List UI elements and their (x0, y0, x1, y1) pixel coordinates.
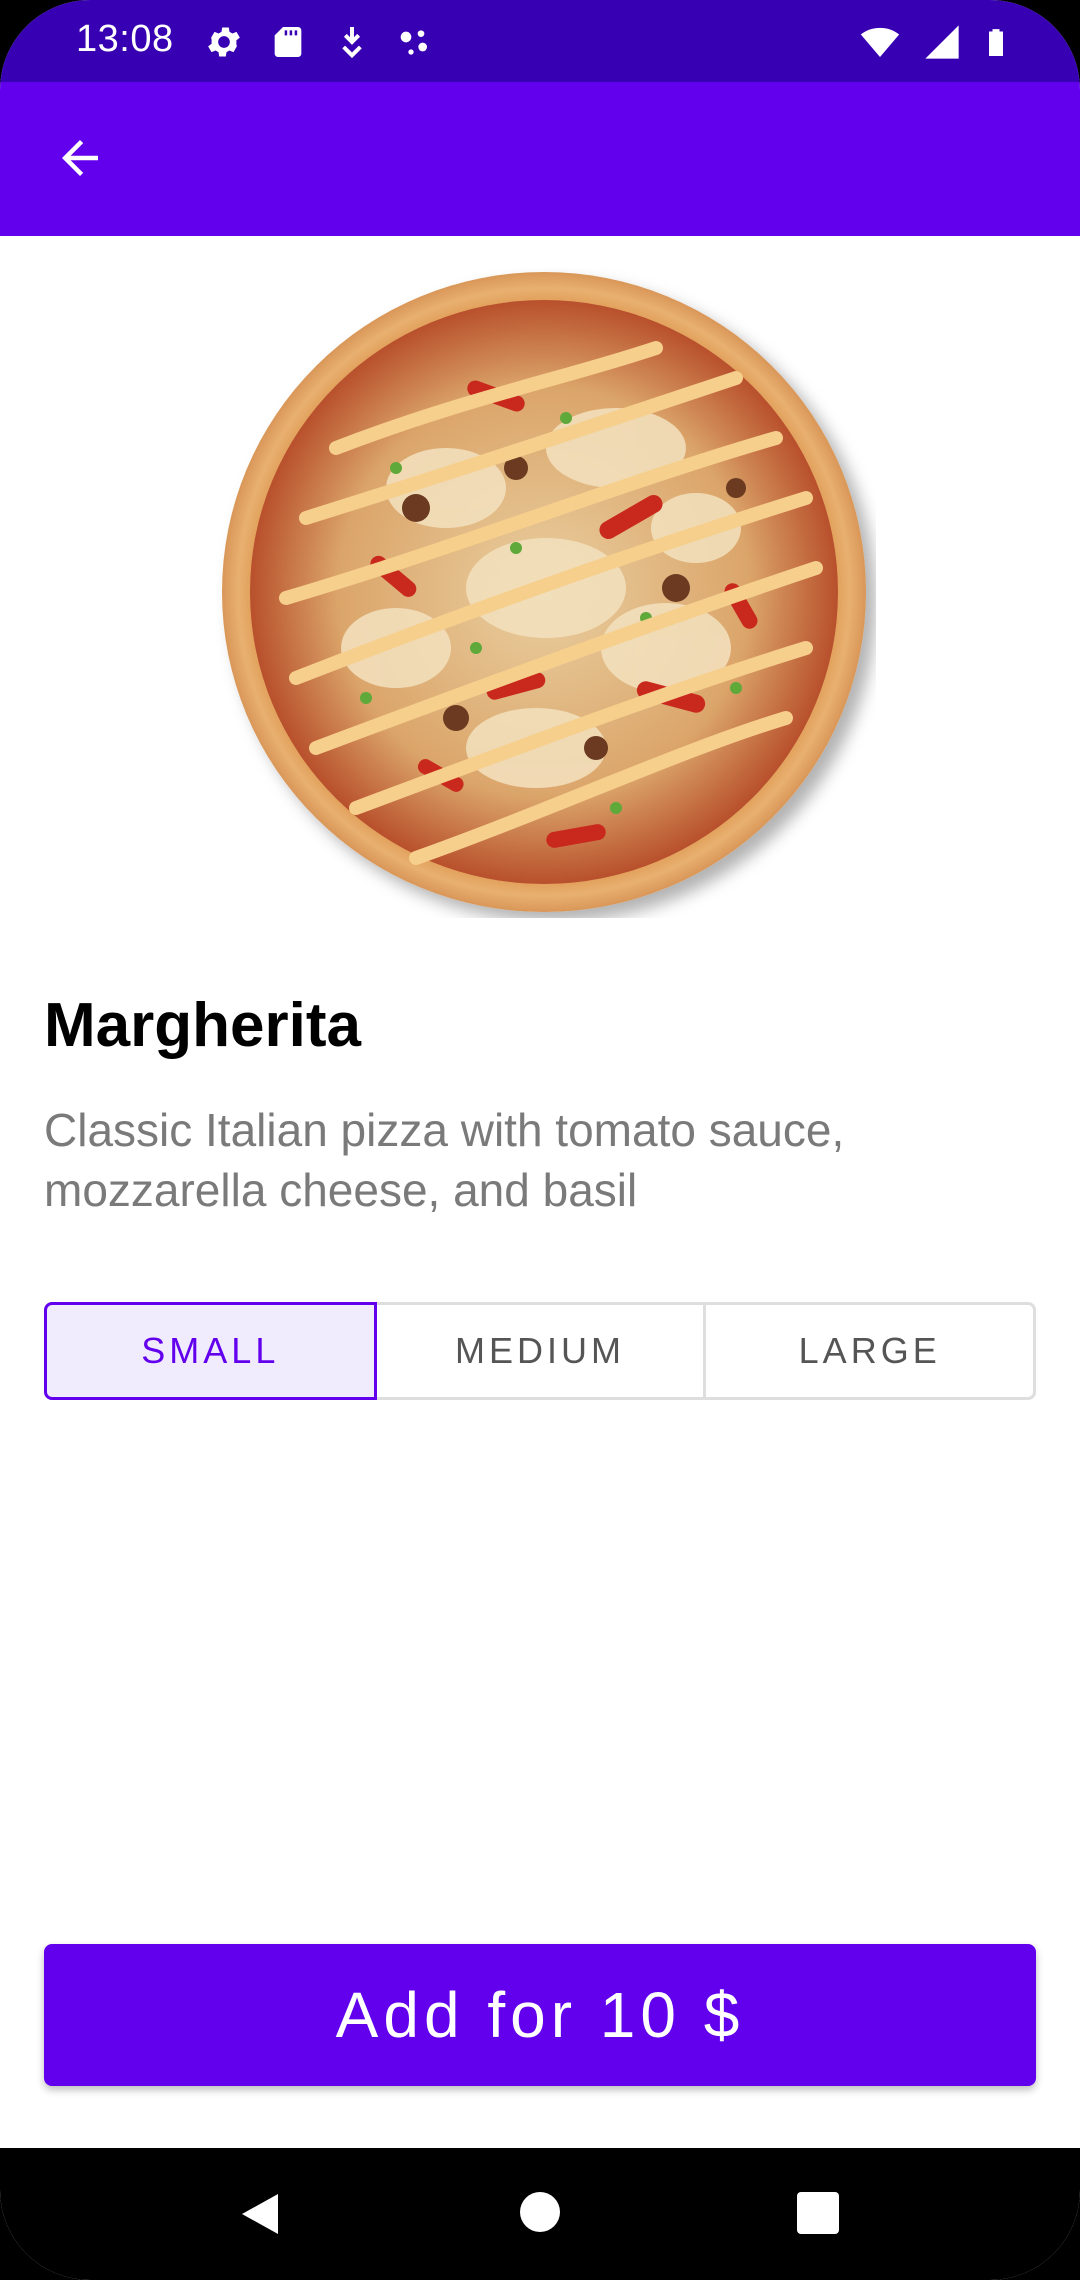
size-option-large[interactable]: LARGE (703, 1302, 1037, 1400)
app-bar (0, 82, 1080, 236)
navigation-bar (0, 2148, 1080, 2280)
status-icons-left (204, 22, 436, 62)
add-to-cart-button[interactable]: Add for 10 $ (44, 1944, 1036, 2086)
size-option-small[interactable]: SMALL (44, 1302, 377, 1400)
size-toggle-group: SMALL MEDIUM LARGE (44, 1302, 1037, 1400)
screen: 13:08 Margherita Classic Italian pizza w… (0, 0, 1080, 2280)
status-time: 13:08 (76, 18, 174, 60)
product-title: Margherita (44, 991, 361, 1060)
gear-icon (208, 27, 240, 57)
pizza-image (222, 272, 866, 912)
wifi-icon (860, 27, 900, 57)
arrow-back-icon (62, 140, 98, 176)
download-icon (342, 27, 362, 59)
back-button[interactable] (40, 118, 120, 198)
sd-card-icon (274, 27, 302, 57)
status-icons-right (858, 22, 1010, 62)
cell-signal-icon (925, 25, 959, 59)
battery-icon (989, 29, 1003, 56)
nav-home-icon[interactable] (520, 2192, 560, 2232)
status-bar: 13:08 (0, 0, 1080, 82)
size-option-medium[interactable]: MEDIUM (373, 1302, 707, 1400)
product-description: Classic Italian pizza with tomato sauce,… (44, 1104, 845, 1216)
nav-back-icon[interactable] (238, 2190, 282, 2238)
assistant-dots-icon (400, 30, 427, 55)
nav-recents-icon[interactable] (797, 2192, 839, 2234)
